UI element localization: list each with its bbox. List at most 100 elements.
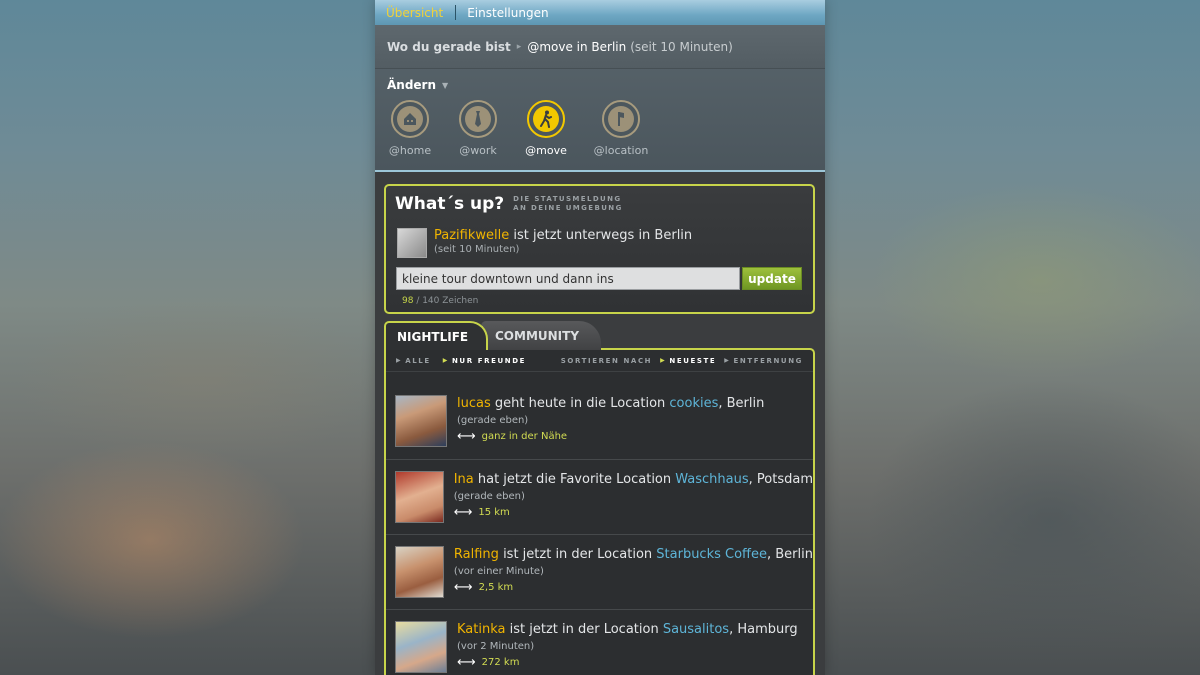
feed-city: , Potsdam — [748, 472, 813, 487]
tie-icon — [465, 106, 491, 132]
triangle-right-icon: ▶ — [396, 357, 403, 364]
feed-tabs: NIGHTLIFE COMMUNITY — [384, 321, 815, 350]
place-work[interactable]: @work — [458, 100, 498, 157]
feed-time: (vor 2 Minuten) — [457, 641, 535, 652]
distance-arrows-icon: ⟷ — [453, 579, 473, 595]
feed-user-name[interactable]: Ralfing — [454, 547, 499, 562]
avatar[interactable] — [395, 546, 444, 598]
place-location-button[interactable] — [602, 100, 640, 138]
status-input-row: update — [396, 267, 813, 290]
status-subtitle-line2: AN DEINE UMGEBUNG — [513, 204, 623, 212]
current-location-value: @move in Berlin — [527, 39, 627, 54]
place-move-button[interactable] — [527, 100, 565, 138]
character-count-limit: / 140 Zeichen — [413, 296, 479, 306]
place-home-label: @home — [388, 144, 432, 157]
change-location-toggle[interactable]: Ändern ▼ — [375, 69, 825, 92]
distance-arrows-icon: ⟷ — [457, 428, 476, 444]
feed-city: , Berlin — [767, 547, 813, 562]
feed-city: , Hamburg — [729, 622, 798, 637]
filter-friends[interactable]: ▶ NUR FREUNDE — [443, 357, 526, 365]
nav-overview[interactable]: Übersicht — [386, 6, 443, 20]
feed-item-message: Katinka ist jetzt in der Location Sausal… — [457, 622, 798, 637]
feed-item-content: Ina hat jetzt die Favorite Location Wasc… — [454, 470, 813, 534]
character-count-current: 98 — [402, 296, 414, 306]
feed-distance: ⟷ 15 km — [453, 504, 813, 520]
feed-location-link[interactable]: cookies — [669, 396, 718, 411]
sort-distance[interactable]: ▶ ENTFERNUNG — [724, 357, 803, 365]
tab-community-label: COMMUNITY — [495, 328, 580, 343]
current-status-since: (seit 10 Minuten) — [434, 244, 520, 255]
character-counter: 98 / 140 Zeichen — [402, 296, 813, 306]
filter-friends-label: NUR FREUNDE — [451, 356, 527, 365]
nav-divider — [455, 5, 457, 20]
feed-item[interactable]: Ina hat jetzt die Favorite Location Wasc… — [386, 460, 813, 535]
current-location-bar: Wo du gerade bist ▸ @move in Berlin (sei… — [375, 25, 825, 69]
avatar[interactable] — [395, 395, 447, 447]
distance-arrows-icon: ⟷ — [453, 504, 473, 520]
tab-nightlife[interactable]: NIGHTLIFE — [384, 321, 488, 350]
place-move[interactable]: @move — [525, 100, 567, 157]
feed-location-link[interactable]: Waschhaus — [675, 472, 748, 487]
status-header: What´s up? DIE STATUSMELDUNG AN DEINE UM… — [386, 186, 813, 214]
feed-item-content: Katinka ist jetzt in der Location Sausal… — [457, 620, 798, 675]
feed-distance-value: 2,5 km — [478, 582, 514, 593]
status-input[interactable] — [396, 267, 740, 290]
place-move-label: @move — [525, 144, 567, 157]
avatar[interactable] — [395, 621, 447, 673]
feed-action: hat jetzt die Favorite Location — [473, 472, 676, 487]
feed-item[interactable]: Katinka ist jetzt in der Location Sausal… — [386, 610, 813, 675]
user-avatar[interactable] — [397, 228, 427, 258]
current-status-message: ist jetzt unterwegs in Berlin — [509, 228, 693, 243]
change-location-label: Ändern — [387, 78, 437, 92]
feed-item[interactable]: Ralfing ist jetzt in der Location Starbu… — [386, 535, 813, 610]
walking-person-icon — [533, 106, 559, 132]
arrow-right-icon: ▸ — [516, 41, 522, 52]
sort-newest[interactable]: ▶ NEUESTE — [660, 357, 716, 365]
feed-item-message: Ralfing ist jetzt in der Location Starbu… — [454, 547, 813, 562]
feed-user-name[interactable]: lucas — [457, 396, 491, 411]
feed-location-link[interactable]: Starbucks Coffee — [656, 547, 767, 562]
feed-distance: ⟷ 272 km — [457, 656, 798, 669]
place-location[interactable]: @location — [594, 100, 648, 157]
top-navigation: Übersicht Einstellungen — [375, 0, 825, 25]
caret-down-icon: ▼ — [442, 80, 449, 90]
place-work-label: @work — [459, 144, 497, 157]
feed-location-link[interactable]: Sausalitos — [663, 622, 729, 637]
location-section: Wo du gerade bist ▸ @move in Berlin (sei… — [375, 25, 825, 172]
nightlife-feed: ▶ ALLE ▶ NUR FREUNDE SORTIEREN NACH ▶ NEUES… — [384, 348, 815, 675]
update-button[interactable]: update — [742, 267, 802, 290]
place-home-button[interactable] — [391, 100, 429, 138]
current-status: Pazifikwelle ist jetzt unterwegs in Berl… — [397, 228, 813, 258]
feed-time: (gerade eben) — [453, 491, 525, 502]
feed-distance: ⟷ ganz in der Nähe — [457, 428, 764, 444]
sort-label: SORTIEREN NACH — [560, 356, 653, 365]
feed-item[interactable]: lucas geht heute in die Location cookies… — [386, 372, 813, 460]
feed-user-name[interactable]: Ina — [454, 472, 474, 487]
feed-distance-value: 272 km — [481, 657, 520, 668]
feed-distance-value: 15 km — [478, 507, 510, 518]
feed-time: (gerade eben) — [457, 415, 529, 426]
feed-item-content: lucas geht heute in die Location cookies… — [457, 394, 764, 459]
feed-item-message: lucas geht heute in die Location cookies… — [457, 396, 764, 411]
tab-community[interactable]: COMMUNITY — [481, 321, 601, 350]
status-title: What´s up? — [395, 194, 505, 214]
place-home[interactable]: @home — [388, 100, 432, 157]
current-status-text: Pazifikwelle ist jetzt unterwegs in Berl… — [434, 228, 692, 258]
sort-newest-label: NEUESTE — [669, 356, 717, 365]
feed-user-name[interactable]: Katinka — [457, 622, 505, 637]
house-icon — [397, 106, 423, 132]
current-user-name[interactable]: Pazifikwelle — [434, 228, 509, 243]
nav-settings[interactable]: Einstellungen — [467, 6, 548, 20]
feed-item-message: Ina hat jetzt die Favorite Location Wasc… — [454, 472, 813, 487]
triangle-right-icon: ▶ — [660, 357, 667, 364]
place-work-button[interactable] — [459, 100, 497, 138]
place-selector: @home @work @move @location — [375, 100, 825, 157]
feed-distance: ⟷ 2,5 km — [453, 579, 813, 595]
app-screen: Übersicht Einstellungen Wo du gerade bis… — [375, 0, 825, 675]
feed-item-content: Ralfing ist jetzt in der Location Starbu… — [454, 545, 813, 609]
sort-distance-label: ENTFERNUNG — [733, 356, 803, 365]
filter-all[interactable]: ▶ ALLE — [396, 357, 431, 365]
triangle-right-icon: ▶ — [724, 357, 731, 364]
avatar[interactable] — [395, 471, 444, 523]
feed-action: ist jetzt in der Location — [498, 547, 657, 562]
